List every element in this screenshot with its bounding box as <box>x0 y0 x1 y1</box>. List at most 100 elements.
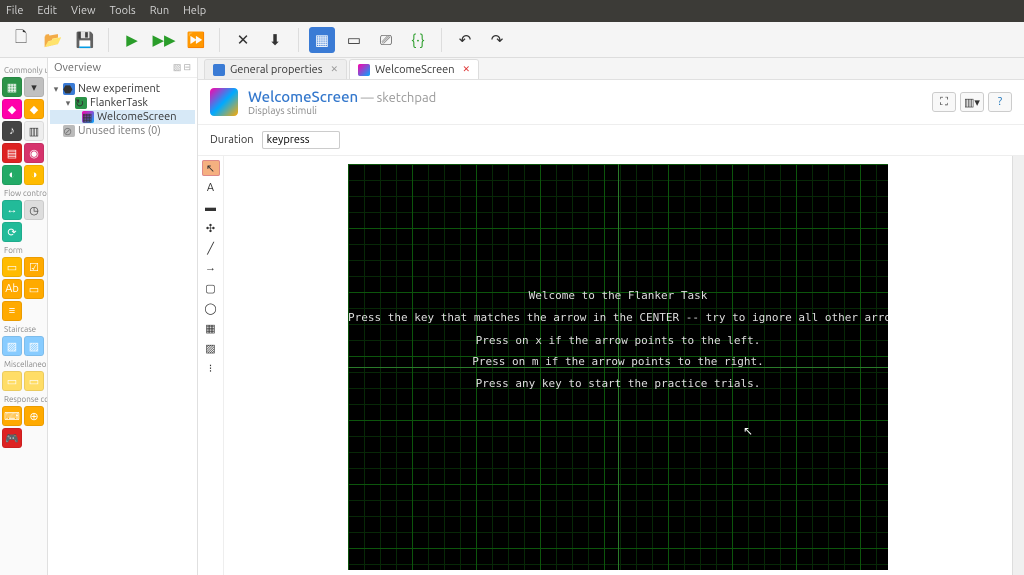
palette-item[interactable]: ↔ <box>2 200 22 220</box>
tree-loop[interactable]: ▾↻ FlankerTask <box>50 96 195 110</box>
palette-item[interactable]: ▤ <box>2 143 22 163</box>
stimulus-line-2[interactable]: Press the key that matches the arrow in … <box>348 311 888 324</box>
run-window-button[interactable]: ▶▶ <box>151 27 177 53</box>
palette-item[interactable]: ▭ <box>2 257 22 277</box>
editor-area: General properties ✕ WelcomeScreen ✕ Wel… <box>198 58 1024 575</box>
close-icon[interactable]: ✕ <box>330 64 338 75</box>
menu-help[interactable]: Help <box>183 5 206 17</box>
close-icon[interactable]: ✕ <box>463 64 471 75</box>
quickrun-button[interactable]: ⏩ <box>183 27 209 53</box>
download-button[interactable]: ⬇ <box>262 27 288 53</box>
drawtool-6[interactable]: ▢ <box>202 280 220 296</box>
menu-tools[interactable]: Tools <box>110 5 136 17</box>
separator <box>108 28 109 52</box>
select-view-button[interactable]: ▥▾ <box>960 92 984 112</box>
run-button[interactable]: ▶ <box>119 27 145 53</box>
tree-welcomescreen[interactable]: ▦ WelcomeScreen <box>50 110 195 124</box>
overview-header: Overview ▧ ⊟ <box>48 58 197 78</box>
menu-run[interactable]: Run <box>150 5 169 17</box>
palette-item[interactable]: ▨ <box>24 336 44 356</box>
item-title[interactable]: WelcomeScreen <box>248 88 358 105</box>
new-button[interactable]: 🗋 <box>8 27 34 53</box>
palette-item[interactable]: ☑ <box>24 257 44 277</box>
palette-item[interactable]: ⟳ <box>2 222 22 242</box>
kill-button[interactable]: ✕ <box>230 27 256 53</box>
stimulus-line-5[interactable]: Press any key to start the practice tria… <box>348 377 888 390</box>
palette-item[interactable]: ▭ <box>24 371 44 391</box>
undo-button[interactable]: ↶ <box>452 27 478 53</box>
palette-group-header: Commonly used <box>4 66 45 75</box>
main-area: Commonly used▦▾◆◆♪▥▤◉◐◑Flow control↔◷⟳Fo… <box>0 58 1024 575</box>
palette-item[interactable]: ◆ <box>2 99 22 119</box>
stimulus-line-3[interactable]: Press on x if the arrow points to the le… <box>348 334 888 347</box>
overview-toggle[interactable]: ▦ <box>309 27 335 53</box>
separator <box>441 28 442 52</box>
tab-icon <box>358 64 370 76</box>
open-button[interactable]: 📂 <box>40 27 66 53</box>
palette-item[interactable]: ◷ <box>24 200 44 220</box>
palette-item[interactable]: ≡ <box>2 301 22 321</box>
fullscreen-button[interactable]: ⛶ <box>932 92 956 112</box>
help-button[interactable]: ? <box>988 92 1012 112</box>
palette-item[interactable]: ◆ <box>24 99 44 119</box>
stimulus-line-1[interactable]: Welcome to the Flanker Task <box>348 289 888 302</box>
menu-edit[interactable]: Edit <box>37 5 57 17</box>
mouse-cursor-icon: ↖ <box>743 424 753 438</box>
palette-item[interactable]: 🎮 <box>2 428 22 448</box>
tree-unused[interactable]: ⊘ Unused items (0) <box>50 124 195 138</box>
variables-button[interactable]: {·} <box>405 27 431 53</box>
palette-item[interactable]: ▥ <box>24 121 44 141</box>
palette-item[interactable]: ⊕ <box>24 406 44 426</box>
palette-item[interactable]: ♪ <box>2 121 22 141</box>
drawtool-7[interactable]: ◯ <box>202 300 220 316</box>
drawtool-4[interactable]: ╱ <box>202 240 220 256</box>
overview-icons[interactable]: ▧ ⊟ <box>173 62 191 73</box>
stimulus-line-4[interactable]: Press on m if the arrow points to the ri… <box>348 355 888 368</box>
palette-item[interactable]: ◐ <box>2 165 22 185</box>
palette-group-header: Staircase <box>4 325 45 334</box>
drawtool-3[interactable]: ✣ <box>202 220 220 236</box>
stage: Welcome to the Flanker Task Press the ke… <box>224 156 1012 575</box>
drawtool-0[interactable]: ↖ <box>202 160 220 176</box>
save-button[interactable]: 💾 <box>72 27 98 53</box>
drawtool-8[interactable]: ▦ <box>202 320 220 336</box>
palette-item[interactable]: ▦ <box>2 77 22 97</box>
item-palette: Commonly used▦▾◆◆♪▥▤◉◐◑Flow control↔◷⟳Fo… <box>0 58 48 575</box>
duration-input[interactable] <box>262 131 340 149</box>
duration-label: Duration <box>210 134 254 146</box>
sketchpad-canvas[interactable]: Welcome to the Flanker Task Press the ke… <box>348 164 888 570</box>
pool-button[interactable]: ▭ <box>341 27 367 53</box>
redo-button[interactable]: ↷ <box>484 27 510 53</box>
menu-view[interactable]: View <box>71 5 96 17</box>
console-button[interactable]: ⎚ <box>373 27 399 53</box>
palette-item[interactable]: ▭ <box>24 279 44 299</box>
duration-row: Duration <box>198 125 1024 156</box>
palette-item[interactable]: ▨ <box>2 336 22 356</box>
tab-general-properties[interactable]: General properties ✕ <box>204 59 347 79</box>
item-type: — sketchpad <box>361 91 437 105</box>
palette-item[interactable]: ⌨ <box>2 406 22 426</box>
palette-item[interactable]: ▾ <box>24 77 44 97</box>
separator <box>298 28 299 52</box>
palette-item[interactable]: ◑ <box>24 165 44 185</box>
drawtool-10[interactable]: ⁝ <box>202 360 220 376</box>
drawtool-1[interactable]: A <box>202 180 220 196</box>
tab-label: General properties <box>230 64 322 76</box>
drawtool-9[interactable]: ▨ <box>202 340 220 356</box>
tree-item-label: WelcomeScreen <box>97 111 177 123</box>
scrollbar-v[interactable] <box>1012 156 1024 575</box>
tree-root-label: New experiment <box>78 83 160 95</box>
menu-file[interactable]: File <box>6 5 23 17</box>
overview-panel: Overview ▧ ⊟ ▾⬣ New experiment ▾↻ Flanke… <box>48 58 198 575</box>
tree-unused-label: Unused items (0) <box>78 125 161 137</box>
tree-root[interactable]: ▾⬣ New experiment <box>50 82 195 96</box>
drawtool-2[interactable]: ▬ <box>202 200 220 216</box>
palette-group-header: Form <box>4 246 45 255</box>
item-subtitle: Displays stimuli <box>248 105 436 116</box>
palette-item[interactable]: ◉ <box>24 143 44 163</box>
menu-bar: File Edit View Tools Run Help <box>0 0 1024 22</box>
palette-item[interactable]: Ab <box>2 279 22 299</box>
drawtool-5[interactable]: → <box>202 260 220 276</box>
tab-welcomescreen[interactable]: WelcomeScreen ✕ <box>349 59 479 79</box>
palette-item[interactable]: ▭ <box>2 371 22 391</box>
